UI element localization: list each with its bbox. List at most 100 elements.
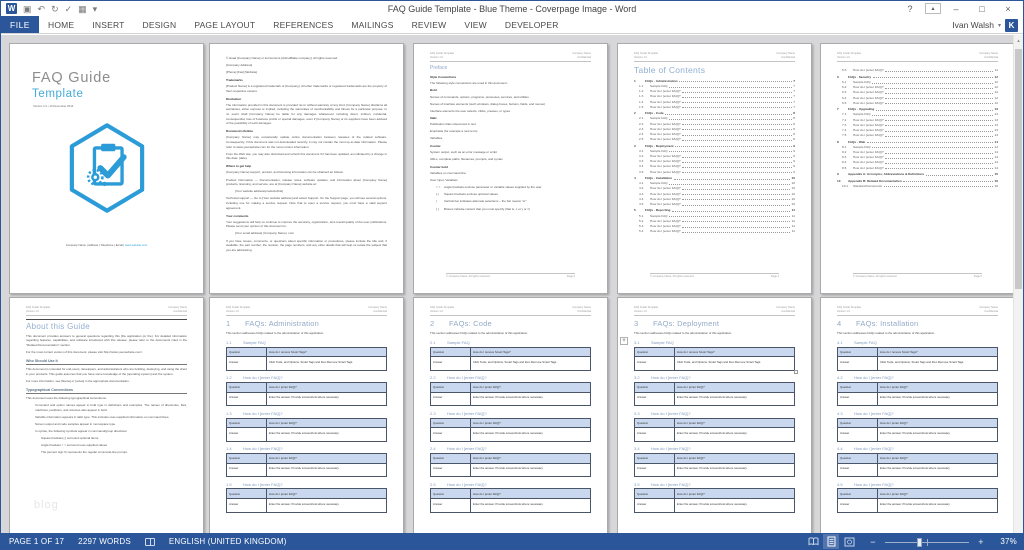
question-answer-table[interactable]: Question How do I [enter FAQ]? Answer En… [430, 452, 591, 478]
ribbon-tab[interactable]: REFERENCES [264, 16, 342, 33]
question-answer-table[interactable]: Question How do I [enter FAQ]? Answer En… [634, 488, 795, 513]
toc-entry[interactable]: 2.4 How do I [enter FAQ]? 8 [634, 132, 795, 136]
close-button[interactable]: × [997, 2, 1019, 15]
ribbon-tab[interactable]: DEVELOPER [496, 16, 568, 33]
page-preface[interactable]: FAQ Guide Template Version 1.0 Company Na… [413, 43, 608, 294]
question-answer-table[interactable]: Question How do I [enter FAQ]? Answer En… [430, 382, 591, 407]
page-faq-section[interactable]: FAQ Guide Template Version 1.0 Company Na… [413, 297, 608, 534]
toc-entry[interactable]: 2.2 How do I [enter FAQ]? 8 [634, 122, 795, 126]
ribbon-tab[interactable]: INSERT [83, 16, 133, 33]
toc-entry[interactable]: 4.2 How do I [enter FAQ]? 10 [634, 187, 795, 190]
question-answer-table[interactable]: Question How do I [enter FAQ]? Answer En… [430, 417, 591, 442]
toc-entry[interactable]: 6 FAQs - Security 12 [837, 75, 998, 79]
page-about[interactable]: FAQ Guide Template Version 1.0 Company Na… [9, 297, 204, 534]
toc-entry[interactable]: 8.2 How do I [enter FAQ]? 14 [837, 150, 998, 154]
question-answer-table[interactable]: Question How do I [enter FAQ]? Answer En… [634, 382, 795, 407]
toc-entry[interactable]: 3.4 How do I [enter FAQ]? 9 [634, 165, 795, 168]
toc-entry[interactable]: 8.3 How do I [enter FAQ]? 14 [837, 156, 998, 159]
table-draw-icon[interactable]: ▦ [78, 4, 87, 14]
toc-entry[interactable]: 7.4 How do I [enter FAQ]? 13 [837, 128, 998, 132]
table-move-handle-icon[interactable]: + [620, 336, 628, 345]
toc-entry[interactable]: 6.2 How do I [enter FAQ]? 12 [837, 86, 998, 89]
toc-entry[interactable]: 8 FAQs - Web 14 [837, 140, 998, 144]
page-toc-2[interactable]: FAQ Guide Template Version 1.0 Company Na… [820, 43, 1015, 294]
toc-entry[interactable]: 7.2 How do I [enter FAQ]? 13 [837, 118, 998, 122]
zoom-slider[interactable] [885, 537, 969, 547]
ribbon-tab[interactable]: HOME [39, 16, 83, 33]
document-canvas[interactable]: FAQ Guide Template Version 1.0 • 10 Dece… [1, 35, 1023, 534]
toc-entry[interactable]: 1.4 How do I [enter FAQ]? 7 [634, 100, 795, 104]
toc-entry[interactable]: 3.1 Sample FAQ 9 [634, 149, 795, 153]
qat-dropdown-icon[interactable]: ▾ [93, 4, 98, 14]
toc-entry[interactable]: 4.5 How do I [enter FAQ]? 10 [634, 202, 795, 206]
toc-entry[interactable]: 1 FAQs - Administration 7 [634, 79, 795, 83]
question-answer-table[interactable]: Question How do I [enter FAQ]? Answer En… [226, 452, 387, 478]
language-indicator[interactable]: ENGLISH (UNITED KINGDOM) [169, 537, 287, 546]
table-resize-handle[interactable] [794, 369, 798, 374]
toc-entry[interactable]: 6.1 Sample FAQ 12 [837, 80, 998, 84]
page-faq-section[interactable]: FAQ Guide Template Version 1.0 Company Na… [820, 297, 1015, 534]
proofing-errors-icon[interactable] [144, 537, 155, 546]
toc-entry[interactable]: 5.4 How do I [enter FAQ]? 11 [634, 230, 795, 233]
tab-file[interactable]: FILE [1, 16, 39, 33]
avatar[interactable]: K [1005, 18, 1018, 32]
question-answer-table[interactable]: Question How do I [enter FAQ]? Answer En… [226, 488, 387, 513]
toc-entry[interactable]: 5 FAQs - Reporting 11 [634, 209, 795, 212]
question-answer-table[interactable]: Question How do I remove Smart Tags? Ans… [226, 346, 387, 371]
question-answer-table[interactable]: Question How do I [enter FAQ]? Answer En… [634, 417, 795, 442]
ribbon-display-options-button[interactable]: ▴ [925, 3, 941, 14]
zoom-out-button[interactable]: − [869, 537, 877, 547]
ribbon-tab[interactable]: MAILINGS [342, 16, 402, 33]
question-answer-table[interactable]: Question How do I [enter FAQ]? Answer En… [226, 417, 387, 442]
toc-entry[interactable]: 1.3 How do I [enter FAQ]? 7 [634, 95, 795, 98]
ribbon-tab[interactable]: DESIGN [134, 16, 186, 33]
question-answer-table[interactable]: Question How do I remove Smart Tags? Ans… [430, 346, 591, 371]
toc-entry[interactable]: 4.3 How do I [enter FAQ]? 10 [634, 192, 795, 196]
toc-entry[interactable]: 3.3 How do I [enter FAQ]? 9 [634, 160, 795, 163]
toc-entry[interactable]: 7.1 Sample FAQ 13 [837, 113, 998, 116]
cover-website-link[interactable]: www.website.com [125, 243, 147, 247]
toc-entry[interactable]: 8.4 How do I [enter FAQ]? 14 [837, 161, 998, 164]
ribbon-tab[interactable]: PAGE LAYOUT [185, 16, 264, 33]
toc-entry[interactable]: 1.5 How do I [enter FAQ]? 7 [634, 105, 795, 109]
toc-entry[interactable]: 5.2 How do I [enter FAQ]? 11 [634, 219, 795, 223]
toc-entry[interactable]: 1.1 Sample FAQ 7 [634, 84, 795, 88]
toc-entry[interactable]: 5.3 How do I [enter FAQ]? 11 [634, 224, 795, 228]
restore-button[interactable]: □ [971, 2, 993, 15]
question-answer-table[interactable]: Question How do I [enter FAQ]? Answer En… [634, 452, 795, 478]
toc-entry[interactable]: 3.2 How do I [enter FAQ]? 9 [634, 154, 795, 158]
toc-entry[interactable]: 4.4 How do I [enter FAQ]? 10 [634, 197, 795, 201]
toc-entry[interactable]: 10.1 Standard Documents 16 [837, 184, 998, 188]
toc-entry[interactable]: 1.2 How do I [enter FAQ]? 7 [634, 90, 795, 93]
redo-icon[interactable]: ↻ [51, 4, 59, 14]
toc-entry[interactable]: 3 FAQs - Deployment 9 [634, 144, 795, 148]
vertical-scrollbar[interactable]: ▴ [1013, 35, 1023, 534]
zoom-slider-thumb[interactable] [916, 537, 922, 547]
toc-entry[interactable]: 5.1 Sample FAQ 11 [634, 214, 795, 218]
scrollbar-thumb[interactable] [1015, 49, 1022, 289]
scroll-up-arrow-icon[interactable]: ▴ [1014, 35, 1023, 47]
word-logo-icon[interactable]: W [6, 3, 17, 14]
toc-entry[interactable]: 2.5 How do I [enter FAQ]? 8 [634, 138, 795, 141]
page-cover[interactable]: FAQ Guide Template Version 1.0 • 10 Dece… [9, 43, 204, 294]
question-answer-table[interactable]: Question How do I [enter FAQ]? Answer En… [837, 382, 998, 407]
minimize-button[interactable]: – [945, 2, 967, 15]
help-button[interactable]: ? [899, 2, 921, 15]
toc-entry[interactable]: 7 FAQs - Upgrading 13 [837, 108, 998, 111]
toc-entry[interactable]: 6.3 How do I [enter FAQ]? 12 [837, 91, 998, 94]
toc-entry[interactable]: 7.3 How do I [enter FAQ]? 13 [837, 123, 998, 127]
ribbon-tab[interactable]: REVIEW [403, 16, 456, 33]
toc-entry[interactable]: 4.1 Sample FAQ 10 [634, 182, 795, 185]
toc-entry[interactable]: 6.5 How do I [enter FAQ]? 12 [837, 101, 998, 105]
question-answer-table[interactable]: Question How do I remove Smart Tags? Ans… [837, 346, 998, 371]
toc-entry[interactable]: 2.1 Sample FAQ 8 [634, 117, 795, 120]
word-count[interactable]: 2297 WORDS [78, 537, 131, 546]
toc-entry[interactable]: 9 Appendix A: Acronyms, Abbreviations & D… [837, 173, 998, 176]
toc-entry[interactable]: 2.3 How do I [enter FAQ]? 8 [634, 127, 795, 131]
print-layout-icon[interactable] [823, 534, 839, 549]
touch-mode-icon[interactable]: ✓ [65, 4, 73, 14]
question-answer-table[interactable]: Question How do I [enter FAQ]? Answer En… [837, 488, 998, 513]
question-answer-table[interactable]: Question How do I remove Smart Tags? Ans… [634, 346, 795, 371]
toc-entry[interactable]: 4 FAQs - Installation 10 [634, 176, 795, 180]
page-indicator[interactable]: PAGE 1 OF 17 [9, 537, 64, 546]
